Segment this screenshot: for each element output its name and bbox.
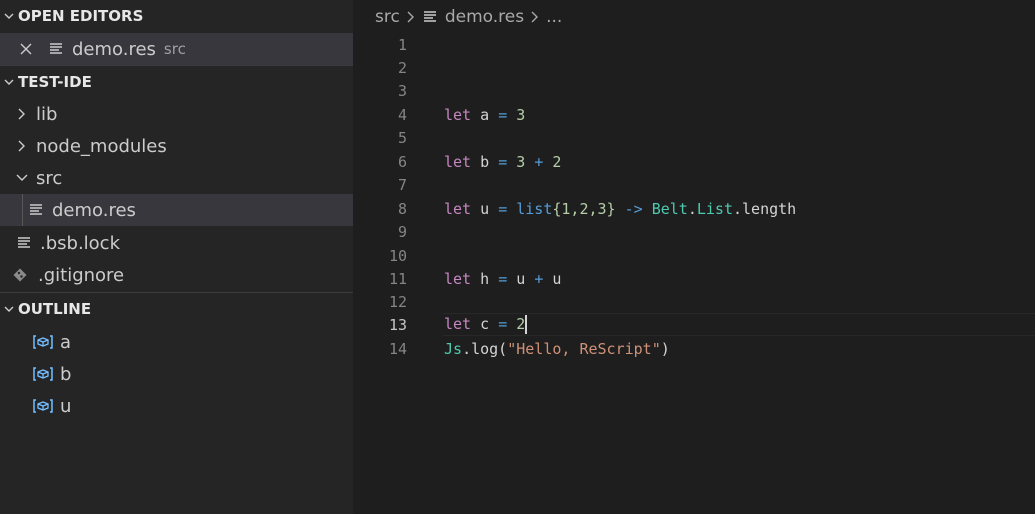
line-number: 11 xyxy=(388,269,407,288)
file-lines-icon xyxy=(422,9,438,25)
code-line[interactable]: 14 Js.log("Hello, ReScript") xyxy=(353,337,1035,360)
tree-item-bsb-lock[interactable]: .bsb.lock xyxy=(0,227,353,259)
chevron-down-icon xyxy=(0,303,18,315)
code-line[interactable]: 1 xyxy=(353,33,1035,56)
open-editor-item-demo-res[interactable]: demo.res src xyxy=(0,33,353,65)
code-text: Js.log("Hello, ReScript") xyxy=(444,339,670,358)
code-line[interactable]: 9 xyxy=(353,220,1035,243)
chevron-right-icon xyxy=(530,10,540,24)
line-number: 12 xyxy=(388,292,407,311)
file-lines-icon xyxy=(48,41,64,57)
tree-item-label: node_modules xyxy=(36,135,167,157)
outline-item-label: a xyxy=(60,331,72,353)
outline-item-b[interactable]: b xyxy=(0,358,353,390)
code-text: let a = 3 xyxy=(444,105,526,124)
tree-item-label: .bsb.lock xyxy=(40,232,121,254)
text-cursor xyxy=(525,315,528,334)
tree-item-node-modules[interactable]: node_modules xyxy=(0,130,353,162)
breadcrumb-symbol[interactable]: ... xyxy=(546,7,562,27)
explorer-sidebar: OPEN EDITORS demo.res src TEST-IDE lib n… xyxy=(0,0,353,514)
tree-item-gitignore[interactable]: .gitignore xyxy=(0,259,353,291)
code-line[interactable]: 5 xyxy=(353,126,1035,149)
file-lines-icon xyxy=(16,235,32,251)
chevron-down-icon xyxy=(0,76,18,88)
line-number: 6 xyxy=(397,152,407,171)
code-line[interactable]: 8 let u = list{1,2,3} -> Belt.List.lengt… xyxy=(353,197,1035,220)
open-editor-description: src xyxy=(163,40,186,58)
line-number: 2 xyxy=(397,58,407,77)
tree-item-lib[interactable]: lib xyxy=(0,98,353,130)
breadcrumb-file[interactable]: demo.res xyxy=(445,7,524,27)
code-line[interactable]: 12 xyxy=(353,290,1035,313)
variable-symbol-icon xyxy=(32,397,54,415)
open-editors-title: OPEN EDITORS xyxy=(18,7,144,25)
open-editor-filename: demo.res xyxy=(72,38,156,60)
close-icon[interactable] xyxy=(18,41,34,57)
outline-header[interactable]: OUTLINE xyxy=(0,293,353,325)
chevron-down-icon xyxy=(14,170,30,186)
tree-item-label: src xyxy=(36,167,63,189)
outline-item-label: u xyxy=(60,395,72,417)
code-text: let c = 2 xyxy=(444,315,528,334)
code-text: let h = u + u xyxy=(444,269,562,288)
outline-item-a[interactable]: a xyxy=(0,326,353,358)
explorer-folder-title: TEST-IDE xyxy=(18,73,92,91)
line-number: 1 xyxy=(397,35,407,54)
explorer-folder-header[interactable]: TEST-IDE xyxy=(0,66,353,98)
code-editor[interactable]: src demo.res ... 1 2 3 4 let a = 3 5 6 l… xyxy=(353,0,1035,514)
code-line[interactable]: 6 let b = 3 + 2 xyxy=(353,150,1035,173)
line-number: 7 xyxy=(397,175,407,194)
file-lines-icon xyxy=(28,202,44,218)
code-line[interactable]: 4 let a = 3 xyxy=(353,103,1035,126)
code-line-active[interactable]: 13 let c = 2 xyxy=(353,313,1035,336)
tree-item-label: lib xyxy=(36,103,58,125)
breadcrumb-folder[interactable]: src xyxy=(375,7,400,27)
git-icon xyxy=(12,267,28,283)
code-text: let b = 3 + 2 xyxy=(444,152,562,171)
chevron-down-icon xyxy=(0,10,18,22)
tree-item-label: .gitignore xyxy=(38,264,125,286)
tree-item-label: demo.res xyxy=(52,199,136,221)
chevron-right-icon xyxy=(406,10,416,24)
code-line[interactable]: 7 xyxy=(353,173,1035,196)
code-text: let u = list{1,2,3} -> Belt.List.length xyxy=(444,199,797,218)
chevron-right-icon xyxy=(14,106,30,122)
tree-item-demo-res[interactable]: demo.res xyxy=(0,194,353,226)
outline-item-u[interactable]: u xyxy=(0,390,353,422)
line-number: 3 xyxy=(397,81,407,100)
line-number: 13 xyxy=(388,315,407,334)
line-number: 5 xyxy=(397,128,407,147)
line-number: 10 xyxy=(388,246,407,265)
indent-guide xyxy=(22,194,23,226)
code-line[interactable]: 10 xyxy=(353,244,1035,267)
code-line[interactable]: 11 let h = u + u xyxy=(353,267,1035,290)
outline-title: OUTLINE xyxy=(18,300,92,318)
chevron-right-icon xyxy=(14,138,30,154)
outline-item-label: b xyxy=(60,363,72,385)
breadcrumb: src demo.res ... xyxy=(375,4,562,30)
code-line[interactable]: 3 xyxy=(353,79,1035,102)
line-number: 9 xyxy=(397,222,407,241)
variable-symbol-icon xyxy=(32,365,54,383)
line-number: 4 xyxy=(397,105,407,124)
variable-symbol-icon xyxy=(32,333,54,351)
code-line[interactable]: 2 xyxy=(353,56,1035,79)
tree-item-src[interactable]: src xyxy=(0,162,353,194)
line-number: 8 xyxy=(397,199,407,218)
open-editors-header[interactable]: OPEN EDITORS xyxy=(0,0,353,32)
line-number: 14 xyxy=(388,339,407,358)
